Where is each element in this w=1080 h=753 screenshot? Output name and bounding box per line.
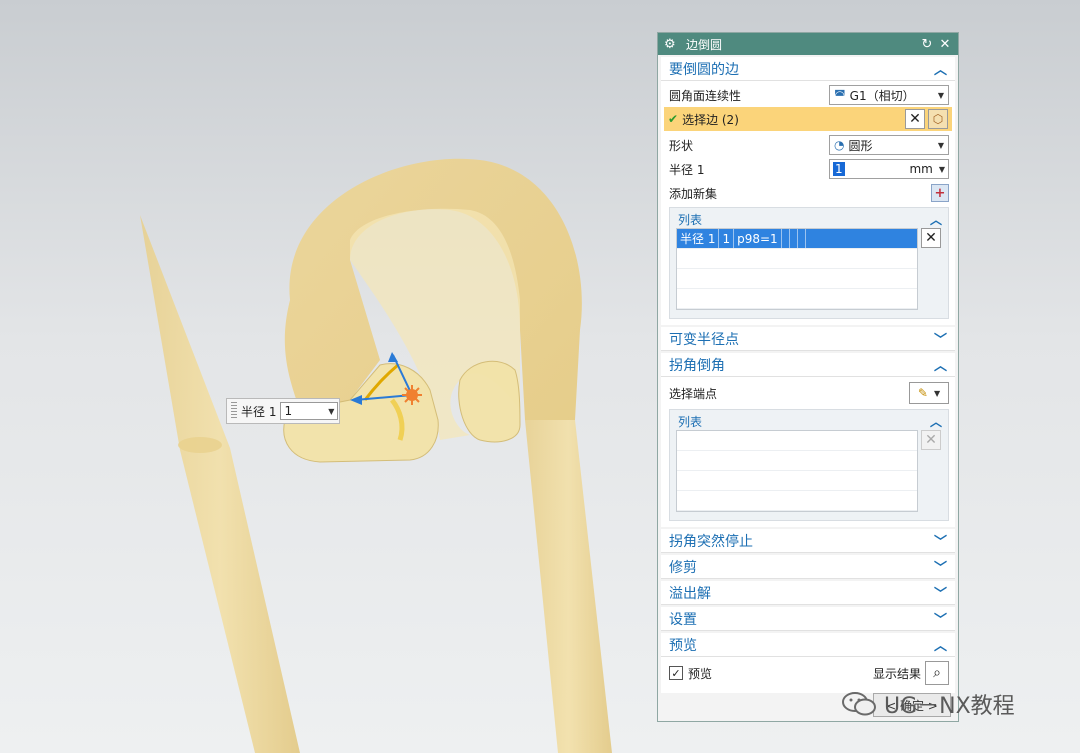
table-row[interactable] (677, 451, 917, 471)
shape-dropdown[interactable]: ◔ 圆形 ▼ (829, 135, 949, 155)
watermark-text: UG－NX教程 (884, 694, 1015, 719)
section-variable-radius-title: 可变半径点 (669, 331, 739, 348)
table-row[interactable]: 半径 1 1 p98=1 (677, 229, 917, 249)
close-icon[interactable]: ✕ (938, 37, 952, 52)
chevron-down-icon: ▼ (328, 406, 335, 416)
radius-tip-label: 半径 1 (241, 404, 277, 419)
chevron-down-icon[interactable]: ﹀ (934, 329, 947, 348)
chevron-up-icon[interactable]: ︿ (934, 355, 947, 374)
chevron-down-icon[interactable]: ▼ (939, 165, 945, 174)
radius-onscreen-input[interactable]: 半径 1 1 ▼ (226, 398, 340, 424)
table-row[interactable] (677, 269, 917, 289)
deselect-x-button[interactable]: ✕ (905, 109, 925, 129)
radius-value: 1 (833, 162, 845, 176)
remove-set-button[interactable]: ✕ (921, 228, 941, 248)
chevron-down-icon[interactable]: ﹀ (934, 531, 947, 550)
show-result-button[interactable]: ⌕ (925, 661, 949, 685)
radius-unit: mm (909, 162, 933, 176)
watermark: UG－NX教程 (840, 688, 1015, 720)
wechat-icon (842, 692, 876, 716)
continuity-value: G1（相切） (849, 88, 915, 103)
section-variable-radius-header[interactable]: 可变半径点 ﹀ (661, 327, 955, 351)
chevron-down-icon: ▼ (937, 140, 944, 150)
section-trim-title: 修剪 (669, 559, 697, 576)
magnifier-icon: ⌕ (933, 665, 941, 681)
section-overflow-title: 溢出解 (669, 585, 711, 602)
table-row[interactable] (677, 289, 917, 309)
left-needle-shape (140, 215, 300, 753)
section-corner-setback-header[interactable]: 拐角倒角 ︿ (661, 353, 955, 377)
section-corner-setback-body: 选择端点 ✎ ▼ 列表 ︿ ✕ (661, 377, 955, 527)
checkmark-icon: ✔ (668, 112, 679, 126)
chevron-up-icon[interactable]: ︿ (930, 413, 942, 430)
select-endpoint-label: 选择端点 (669, 386, 718, 401)
table-row[interactable] (677, 249, 917, 269)
section-edges-body: 圆角面连续性 ◚ G1（相切） ▼ ✔ 选择边 (2) ✕ ⬡ 形状 ◔ 圆形 … (661, 81, 955, 325)
edge-blend-dialog: ⚙ 边倒圆 ↻ ✕ 要倒圆的边 ︿ 圆角面连续性 ◚ G1（相切） ▼ ✔ 选择… (657, 32, 959, 722)
section-settings-header[interactable]: 设置 ﹀ (661, 607, 955, 631)
continuity-dropdown[interactable]: ◚ G1（相切） ▼ (829, 85, 949, 105)
section-edges-header[interactable]: 要倒圆的边 ︿ (661, 57, 955, 81)
dialog-title: 边倒圆 (686, 37, 723, 52)
radius-label: 半径 1 (669, 162, 705, 177)
chevron-up-icon[interactable]: ︿ (934, 635, 947, 654)
list-title: 列表 (678, 212, 703, 227)
continuity-label: 圆角面连续性 (669, 88, 742, 103)
section-preview-header[interactable]: 预览 ︿ (661, 633, 955, 657)
gear-icon[interactable]: ⚙ (664, 37, 678, 52)
add-new-set-button[interactable]: + (931, 184, 949, 202)
chevron-down-icon: ▼ (933, 388, 941, 398)
radius-input[interactable]: 1 mm ▼ (829, 159, 949, 179)
corner-list-table[interactable] (676, 430, 918, 512)
preview-checkbox[interactable]: ✓ (669, 666, 683, 680)
dialog-titlebar[interactable]: ⚙ 边倒圆 ↻ ✕ (658, 33, 958, 55)
point-picker-icon: ✎ (917, 386, 928, 400)
handle-star-icon (402, 385, 422, 405)
select-edge-row[interactable]: ✔ 选择边 (2) ✕ ⬡ (664, 107, 952, 131)
shape-value: 圆形 (848, 138, 873, 153)
radius-tip-select[interactable]: 1 ▼ (280, 402, 339, 420)
section-trim-header[interactable]: 修剪 ﹀ (661, 555, 955, 579)
remove-corner-button[interactable]: ✕ (921, 430, 941, 450)
continuity-icon: ◚ (834, 88, 846, 102)
drag-grip-icon[interactable] (231, 402, 237, 420)
show-result-label: 显示结果 (872, 666, 921, 681)
table-row[interactable] (677, 471, 917, 491)
section-settings-title: 设置 (669, 611, 697, 628)
chevron-down-icon[interactable]: ﹀ (934, 609, 947, 628)
chevron-up-icon[interactable]: ︿ (934, 59, 947, 78)
reset-icon[interactable]: ↻ (920, 37, 934, 52)
list-title: 列表 (678, 414, 703, 429)
section-edges-title: 要倒圆的边 (669, 61, 739, 78)
section-overflow-header[interactable]: 溢出解 ﹀ (661, 581, 955, 605)
edges-list-panel: 列表 ︿ 半径 1 1 p98=1 ✕ (669, 207, 949, 319)
right-hook-shape (458, 360, 521, 443)
chevron-up-icon[interactable]: ︿ (930, 211, 942, 228)
row-expression: p98=1 (734, 229, 782, 248)
shape-label: 形状 (669, 138, 694, 153)
section-stop-short-title: 拐角突然停止 (669, 533, 753, 550)
radius-tip-value: 1 (284, 404, 293, 418)
preview-label: 预览 (688, 666, 713, 681)
section-preview-title: 预览 (669, 637, 697, 654)
chevron-down-icon: ▼ (937, 90, 944, 100)
section-corner-setback-title: 拐角倒角 (669, 357, 725, 374)
row-name: 半径 1 (677, 229, 720, 248)
add-new-set-label: 添加新集 (669, 186, 718, 201)
right-shaft-shape (525, 420, 612, 753)
chevron-down-icon[interactable]: ﹀ (934, 583, 947, 602)
select-endpoint-button[interactable]: ✎ ▼ (909, 382, 949, 404)
row-value: 1 (719, 229, 735, 248)
table-row[interactable] (677, 491, 917, 511)
corner-list-panel: 列表 ︿ ✕ (669, 409, 949, 521)
select-edge-label: 选择边 (2) (682, 112, 739, 127)
edges-list-table[interactable]: 半径 1 1 p98=1 (676, 228, 918, 310)
chevron-down-icon[interactable]: ﹀ (934, 557, 947, 576)
circular-shape-icon: ◔ (834, 138, 845, 152)
cube-icon[interactable]: ⬡ (928, 109, 948, 129)
section-stop-short-header[interactable]: 拐角突然停止 ﹀ (661, 529, 955, 553)
table-row[interactable] (677, 431, 917, 451)
